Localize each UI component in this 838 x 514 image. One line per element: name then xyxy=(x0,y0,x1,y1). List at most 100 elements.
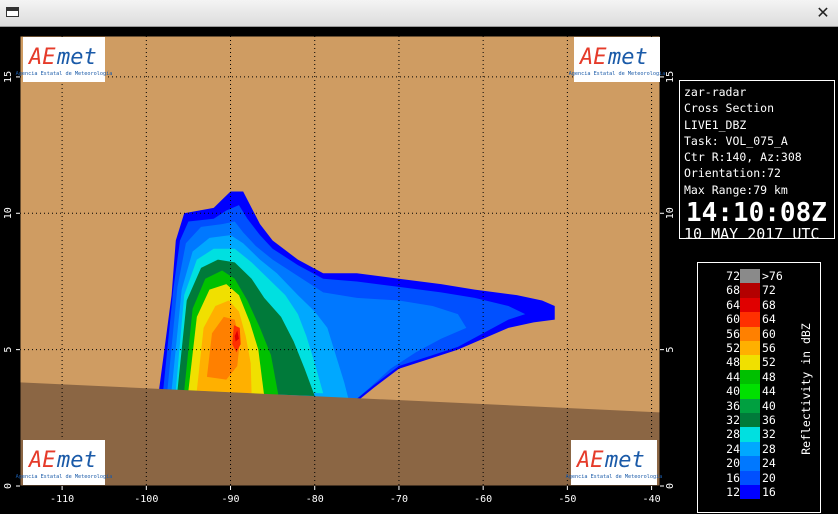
legend-high-value: 36 xyxy=(762,413,776,427)
color-legend: Reflectivity in dBZ 72 >76 68 72 64 68 60 64 56 6… xyxy=(697,262,821,513)
legend-swatch xyxy=(740,269,760,284)
y-tick-label-left: 15 xyxy=(3,71,14,83)
legend-low-value: 60 xyxy=(726,312,740,327)
legend-title: Reflectivity in dBZ xyxy=(799,322,813,455)
legend-low-value: 52 xyxy=(726,341,740,355)
legend-low-value: 72 xyxy=(726,269,740,283)
legend-high-value: 72 xyxy=(762,283,776,298)
legend-high-value: 68 xyxy=(762,297,776,312)
legend-high-value: 20 xyxy=(762,470,776,485)
y-tick-label-left: 10 xyxy=(3,207,14,219)
legend-swatch xyxy=(740,341,760,356)
legend-row: 24 28 xyxy=(698,441,790,457)
x-tick-label: -70 xyxy=(390,494,408,505)
legend-high-value: 24 xyxy=(762,456,776,471)
aemet-logo: AE metAgencia Estatal de Meteorología xyxy=(566,440,663,485)
legend-low-value: 28 xyxy=(726,427,740,442)
logo-wordmark: met xyxy=(604,448,645,473)
legend-swatch xyxy=(740,485,760,500)
legend-high-value: 32 xyxy=(762,427,776,442)
legend-swatch xyxy=(740,297,760,313)
legend-row: 68 72 xyxy=(698,283,790,298)
x-tick-label: -90 xyxy=(221,494,239,505)
x-tick-label: -110 xyxy=(50,494,74,505)
legend-row: 44 48 xyxy=(698,369,790,385)
window-titlebar: ✕ xyxy=(0,0,838,27)
legend-row: 40 44 xyxy=(698,384,790,399)
logo-mark: AE xyxy=(575,448,604,473)
legend-swatch xyxy=(740,312,760,327)
legend-swatch xyxy=(740,283,760,298)
legend-row: 28 32 xyxy=(698,427,790,442)
y-tick-label-left: 5 xyxy=(3,347,14,353)
legend-row: 64 68 xyxy=(698,297,790,313)
legend-high-value: 28 xyxy=(762,441,776,456)
cross-section-panel: -110 -100 -90 -80 -70 -60 -50 -40 0 0 5 5 10 10 15 15 A… xyxy=(0,27,838,513)
legend-row: 52 56 xyxy=(698,341,790,356)
legend-low-value: 44 xyxy=(726,369,740,384)
legend-row: 16 20 xyxy=(698,470,790,485)
max-range-info: Max Range:79 km xyxy=(684,182,788,197)
x-tick-label: -40 xyxy=(643,494,661,505)
close-button[interactable]: ✕ xyxy=(814,3,832,23)
x-tick-label: -80 xyxy=(306,494,324,505)
legend-low-value: 32 xyxy=(726,413,740,427)
legend-row: 60 64 xyxy=(698,312,790,327)
logo-subtitle: Agencia Estatal de Meteorología xyxy=(16,473,113,480)
y-tick-label-left: 0 xyxy=(3,483,14,489)
logo-subtitle: Agencia Estatal de Meteorología xyxy=(569,70,666,77)
x-tick-label: -60 xyxy=(474,494,492,505)
aemet-logo: AE metAgencia Estatal de Meteorología xyxy=(569,37,666,82)
legend-low-value: 16 xyxy=(726,470,740,485)
legend-high-value: 40 xyxy=(762,398,776,413)
legend-low-value: 12 xyxy=(726,485,740,499)
legend-swatch xyxy=(740,384,760,399)
x-tick-label: -100 xyxy=(134,494,158,505)
x-tick-label: -50 xyxy=(558,494,576,505)
logo-subtitle: Agencia Estatal de Meteorología xyxy=(566,473,663,480)
legend-row: 56 60 xyxy=(698,326,790,341)
logo-mark: AE xyxy=(27,45,56,70)
legend-swatch xyxy=(740,441,760,457)
legend-title-box: Reflectivity in dBZ xyxy=(790,263,822,514)
legend-high-value: 56 xyxy=(762,341,776,355)
logo-subtitle: Agencia Estatal de Meteorología xyxy=(16,70,113,77)
y-tick-label-right: 10 xyxy=(665,207,676,219)
legend-high-value: 64 xyxy=(762,312,776,327)
legend-low-value: 24 xyxy=(726,441,740,456)
info-box: zar-radar Cross Section LIVE1_DBZ Task: … xyxy=(679,80,835,244)
legend-swatch xyxy=(740,470,760,485)
legend-row: 72 >76 xyxy=(698,269,790,284)
legend-row: 20 24 xyxy=(698,456,790,471)
time-display: 14:10:08Z xyxy=(686,198,827,229)
legend-low-value: 48 xyxy=(726,355,740,370)
close-icon: ✕ xyxy=(816,3,830,22)
legend-low-value: 68 xyxy=(726,283,740,298)
y-tick-label-right: 15 xyxy=(665,71,676,83)
legend-swatch xyxy=(740,398,760,413)
legend-swatch xyxy=(740,326,760,341)
legend-row: 36 40 xyxy=(698,398,790,413)
legend-high-value: >76 xyxy=(762,269,783,283)
legend-row: 48 52 xyxy=(698,355,790,370)
product-name: Cross Section xyxy=(684,101,775,116)
aemet-logo: AE metAgencia Estatal de Meteorología xyxy=(16,440,113,485)
legend-low-value: 36 xyxy=(726,398,740,413)
y-tick-label-right: 5 xyxy=(665,347,676,353)
legend-row: 12 16 xyxy=(698,485,790,500)
legend-low-value: 40 xyxy=(726,384,740,399)
station-name: zar-radar xyxy=(684,85,747,99)
center-info: Ctr R:140, Az:308 xyxy=(684,150,802,165)
legend-low-value: 20 xyxy=(726,456,740,471)
logo-wordmark: met xyxy=(56,448,97,473)
legend-high-value: 48 xyxy=(762,369,776,384)
date-display: 10 MAY 2017 UTC xyxy=(684,225,820,244)
window-icon xyxy=(6,7,19,17)
legend-row: 32 36 xyxy=(698,413,790,428)
legend-swatch xyxy=(740,355,760,370)
y-tick-label-right: 0 xyxy=(665,483,676,489)
aemet-logo: AE metAgencia Estatal de Meteorología xyxy=(16,37,113,82)
mode-name: LIVE1_DBZ xyxy=(684,117,747,132)
legend-swatch xyxy=(740,369,760,385)
legend-swatch xyxy=(740,427,760,442)
